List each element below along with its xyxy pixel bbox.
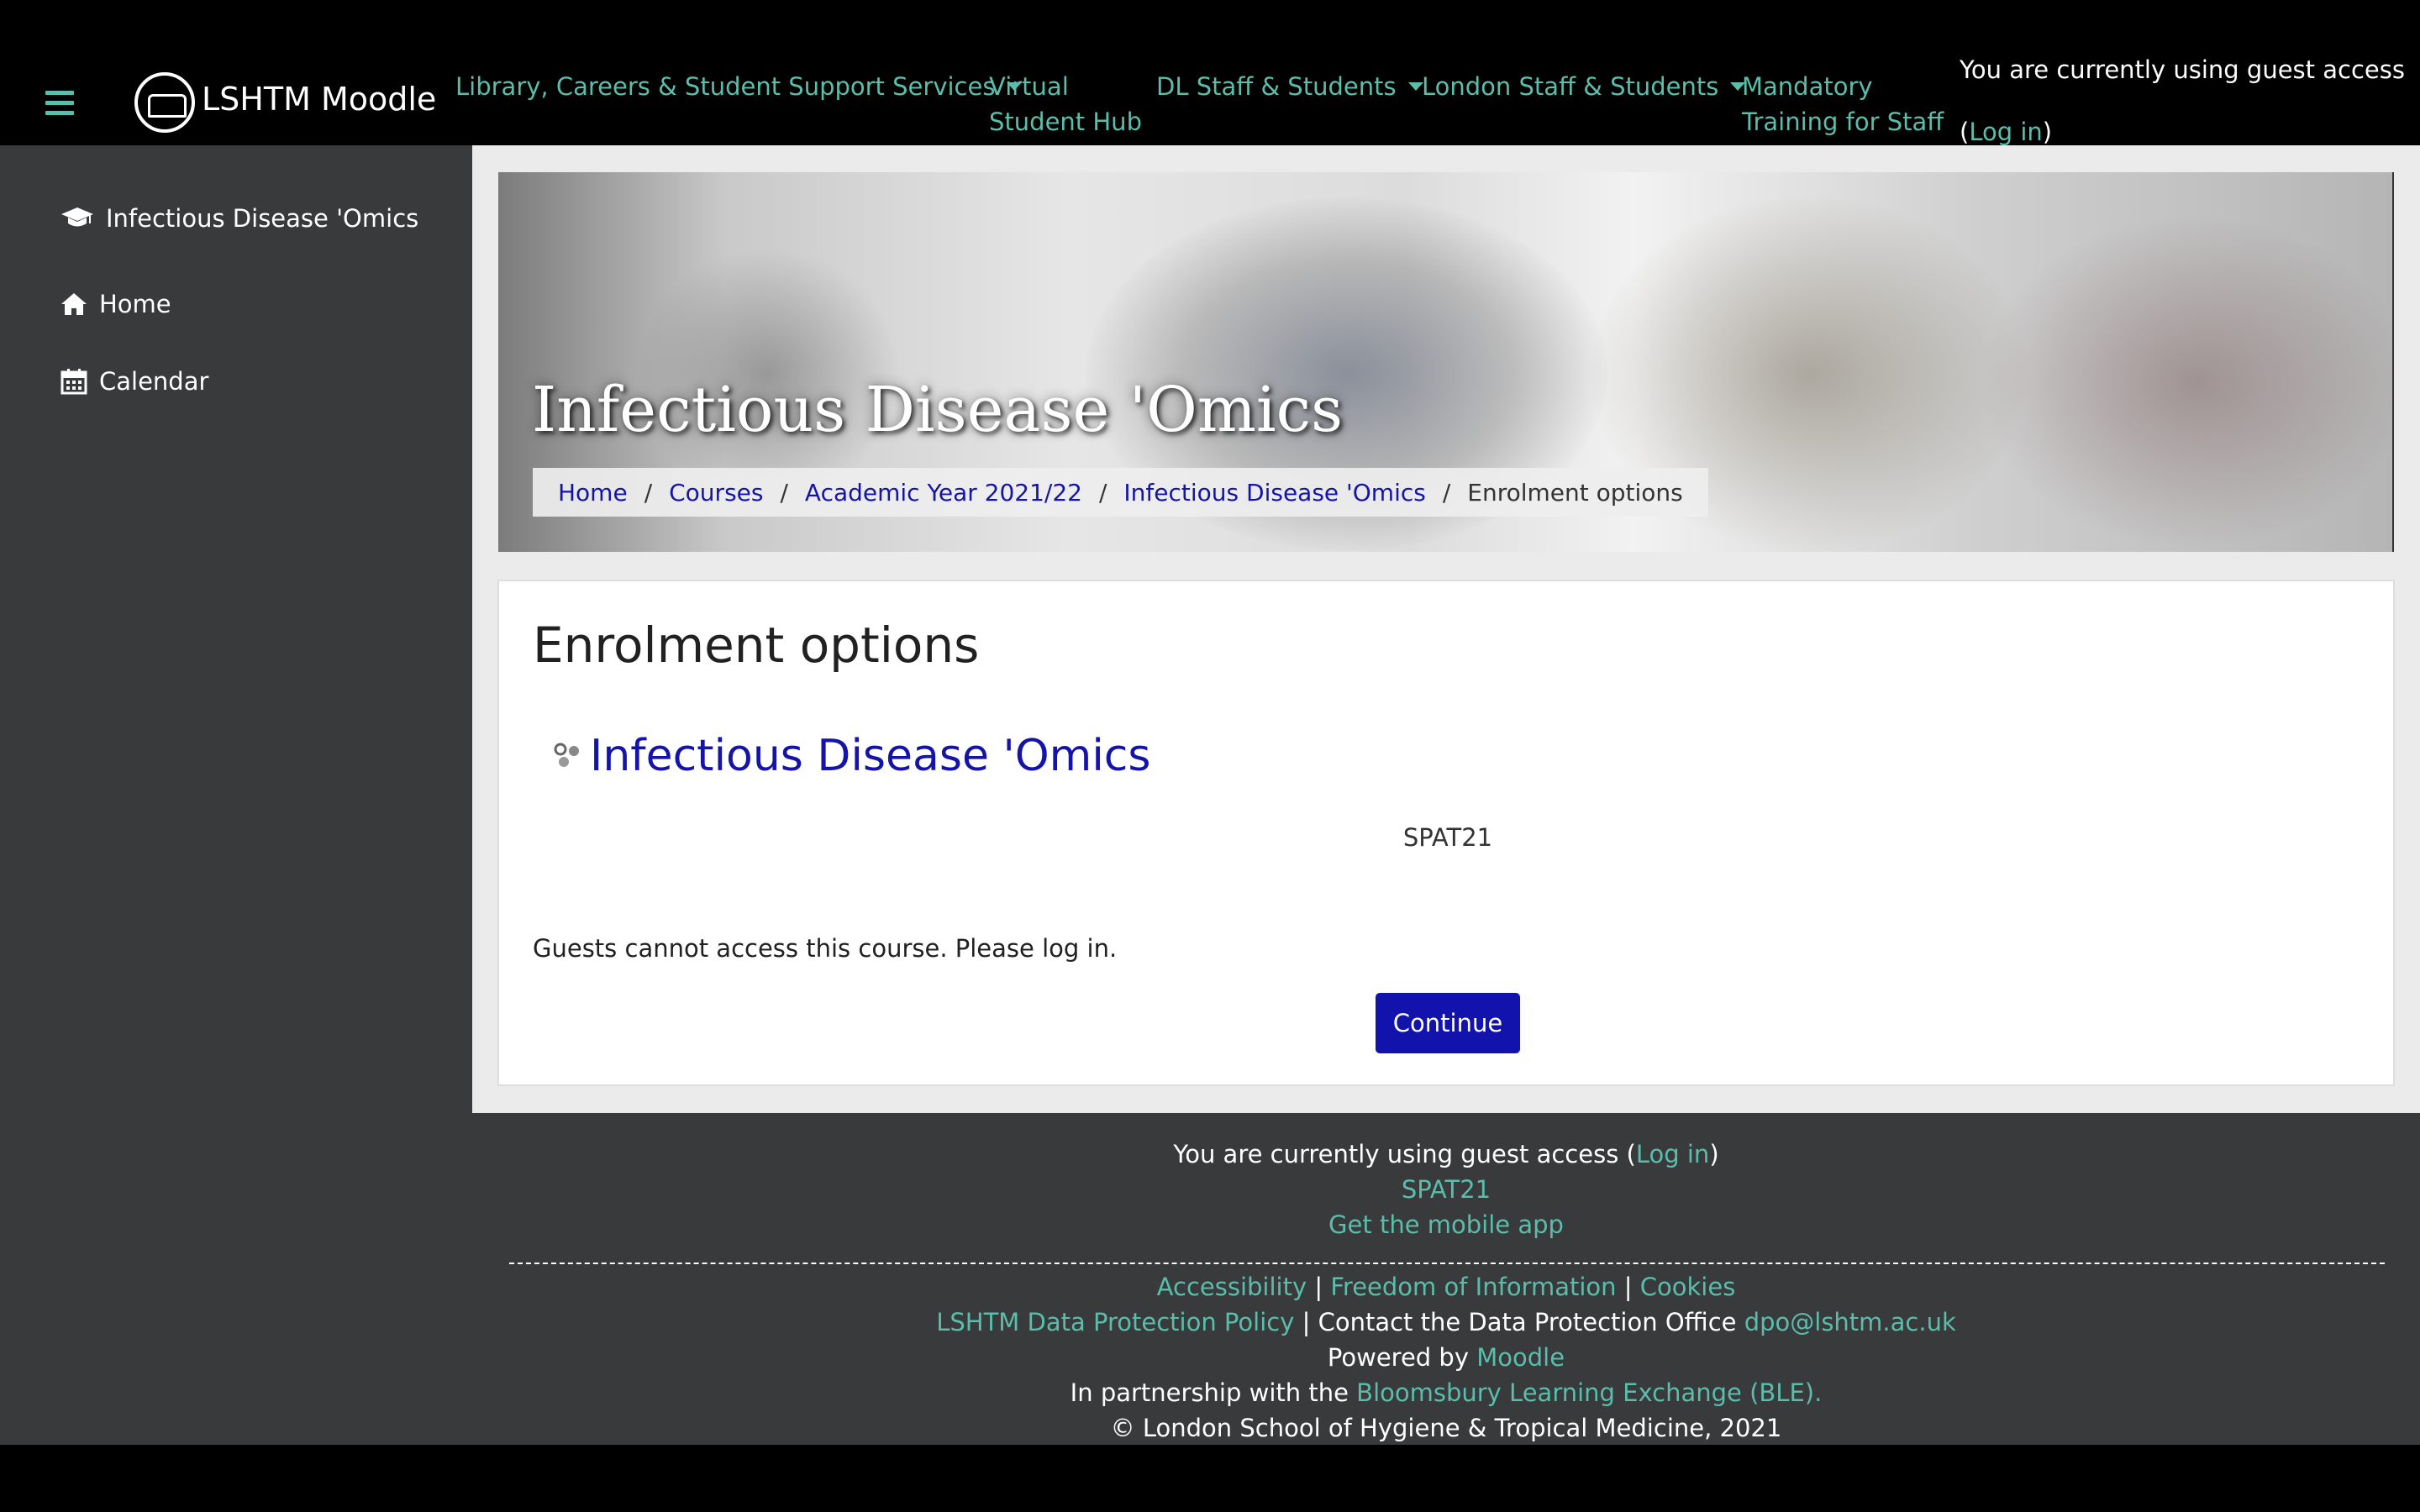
footer-copyright: © London School of Hygiene & Tropical Me… xyxy=(1110,1414,1782,1442)
top-navbar: LSHTM Moodle Library, Careers & Student … xyxy=(0,0,2420,146)
paren-close: ) xyxy=(2042,118,2053,146)
breadcrumb-separator: / xyxy=(644,478,653,507)
footer-course-line: SPAT21 xyxy=(472,1175,2420,1204)
login-link[interactable]: Log in xyxy=(1969,118,2042,146)
partnership-text: In partnership with the xyxy=(1070,1378,1349,1407)
breadcrumb-separator: / xyxy=(1442,478,1451,507)
sidebar-item-calendar-label: Calendar xyxy=(99,367,209,396)
footer-divider xyxy=(509,1263,2385,1264)
paren-open: ( xyxy=(1960,118,1970,146)
banner-photo-meeting xyxy=(1977,214,2392,550)
footer-partnership-line: In partnership with the Bloomsbury Learn… xyxy=(472,1378,2420,1407)
footer-mobile-line: Get the mobile app xyxy=(472,1210,2420,1239)
footer-guest-text: You are currently using guest access ( xyxy=(1173,1140,1636,1168)
home-icon xyxy=(61,293,87,315)
nav-mandatory-line2: Training for Staff xyxy=(1742,108,1944,136)
pipe-separator: | xyxy=(1302,1308,1311,1336)
data-protection-policy-link[interactable]: LSHTM Data Protection Policy xyxy=(936,1308,1294,1336)
menu-toggle-icon[interactable] xyxy=(45,91,74,115)
course-short-code: SPAT21 xyxy=(1402,823,1493,852)
breadcrumb: Home / Courses / Academic Year 2021/22 /… xyxy=(533,468,1708,517)
nav-mandatory-training[interactable]: Mandatory Training for Staff xyxy=(1742,69,1944,139)
nav-london-staff-students-dropdown[interactable]: London Staff & Students xyxy=(1422,69,1746,104)
contact-dpo-text: Contact the Data Protection Office xyxy=(1318,1308,1737,1336)
guest-access-notice: You are currently using guest access xyxy=(1960,55,2405,84)
breadcrumb-current: Enrolment options xyxy=(1467,478,1683,507)
course-category-icon xyxy=(554,743,579,767)
footer-course-link[interactable]: SPAT21 xyxy=(1402,1175,1491,1204)
nav-virtual-student-hub[interactable]: Virtual Student Hub xyxy=(989,69,1142,139)
breadcrumb-courses[interactable]: Courses xyxy=(669,479,763,507)
sidebar-item-course-label: Infectious Disease 'Omics xyxy=(106,204,419,233)
ble-link[interactable]: Bloomsbury Learning Exchange (BLE). xyxy=(1356,1378,1822,1407)
course-name-link[interactable]: Infectious Disease 'Omics xyxy=(590,731,1150,781)
page-title: Enrolment options xyxy=(533,617,980,674)
nav-dl-staff-students-dropdown[interactable]: DL Staff & Students xyxy=(1156,69,1423,104)
caret-down-icon xyxy=(1407,82,1423,91)
sidebar-nav: Infectious Disease 'Omics Home Calendar xyxy=(0,145,472,1445)
sidebar-item-calendar[interactable]: Calendar xyxy=(60,367,208,396)
moodle-link[interactable]: Moodle xyxy=(1476,1343,1565,1372)
enrolment-card: Enrolment options Infectious Disease 'Om… xyxy=(497,580,2395,1086)
nav-dl-label: DL Staff & Students xyxy=(1156,72,1397,101)
breadcrumb-separator: / xyxy=(780,478,788,507)
nav-virtual-line2: Student Hub xyxy=(989,108,1142,136)
nav-virtual-line1: Virtual xyxy=(989,72,1069,101)
nav-library-careers-dropdown[interactable]: Library, Careers & Student Support Servi… xyxy=(455,69,1023,104)
pipe-separator: | xyxy=(1314,1273,1323,1301)
continue-button[interactable]: Continue xyxy=(1376,993,1520,1053)
sidebar-item-course[interactable]: Infectious Disease 'Omics xyxy=(60,204,418,233)
guest-access-message: Guests cannot access this course. Please… xyxy=(533,934,1118,963)
page-footer: You are currently using guest access (Lo… xyxy=(472,1113,2420,1445)
graduation-cap-icon xyxy=(61,207,93,227)
breadcrumb-separator: / xyxy=(1098,478,1107,507)
sidebar-item-home-label: Home xyxy=(99,290,171,318)
dpo-email-link[interactable]: dpo@lshtm.ac.uk xyxy=(1744,1308,1956,1336)
nav-library-careers-label: Library, Careers & Student Support Servi… xyxy=(455,72,996,101)
footer-powered-line: Powered by Moodle xyxy=(472,1343,2420,1372)
footer-guest-close: ) xyxy=(1709,1140,1719,1168)
bottom-black-bar xyxy=(0,1445,2420,1512)
powered-by-text: Powered by xyxy=(1327,1343,1470,1372)
accessibility-link[interactable]: Accessibility xyxy=(1157,1273,1307,1301)
footer-login-link[interactable]: Log in xyxy=(1636,1140,1709,1168)
site-brand-link[interactable]: LSHTM Moodle xyxy=(202,81,436,118)
nav-london-label: London Staff & Students xyxy=(1422,72,1719,101)
foi-link[interactable]: Freedom of Information xyxy=(1330,1273,1616,1301)
cookies-link[interactable]: Cookies xyxy=(1640,1273,1736,1301)
nav-mandatory-line1: Mandatory xyxy=(1742,72,1873,101)
breadcrumb-course[interactable]: Infectious Disease 'Omics xyxy=(1123,479,1425,507)
sidebar-item-home[interactable]: Home xyxy=(60,290,171,318)
guest-login-line: (Log in) xyxy=(1960,118,2052,146)
calendar-icon xyxy=(60,369,87,395)
footer-policy-line: Accessibility | Freedom of Information |… xyxy=(472,1273,2420,1301)
breadcrumb-academic-year[interactable]: Academic Year 2021/22 xyxy=(805,479,1082,507)
pipe-separator: | xyxy=(1623,1273,1633,1301)
course-title-heading: Infectious Disease 'Omics xyxy=(532,374,1344,446)
lshtm-logo[interactable] xyxy=(134,72,195,133)
breadcrumb-home[interactable]: Home xyxy=(558,479,628,507)
course-header-banner: Infectious Disease 'Omics Home / Courses… xyxy=(498,172,2394,552)
footer-data-protection-line: LSHTM Data Protection Policy | Contact t… xyxy=(472,1308,2420,1336)
mobile-app-link[interactable]: Get the mobile app xyxy=(1328,1210,1564,1239)
footer-guest-line: You are currently using guest access (Lo… xyxy=(472,1140,2420,1168)
